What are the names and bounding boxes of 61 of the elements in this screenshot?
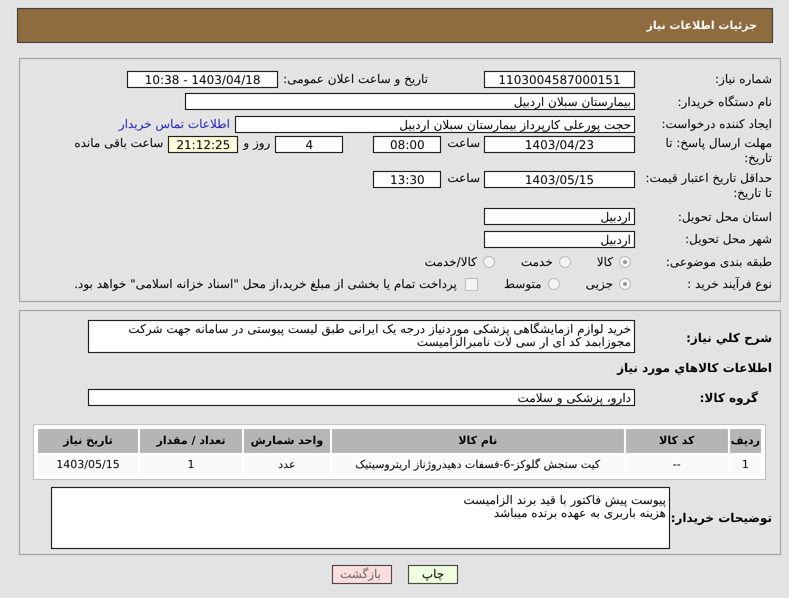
column-header: کد کالا [626, 428, 728, 452]
field-value: اردبیل [484, 230, 635, 248]
print-button[interactable]: چاپ [408, 564, 458, 584]
checkbox[interactable] [464, 278, 478, 291]
back-button[interactable]: بازگشت [332, 564, 392, 584]
option-label: جزیی [586, 277, 613, 292]
field-value: 4 [275, 136, 344, 152]
notes-field[interactable]: پیوست پیش فاکتور با قید برند الزامیست هزینه باربری به عهده برنده میباشد [51, 486, 670, 548]
field-label: ایجاد کننده درخواست: [660, 117, 773, 132]
field-label: ساعت [447, 170, 480, 184]
field-label: شرح کلي نياز: [685, 330, 773, 344]
field-label: استان محل تحویل: [676, 210, 773, 224]
field-label: ساعت باقی مانده [74, 136, 164, 150]
field-label: شماره نیاز: [714, 72, 773, 86]
column-header: نام کالا [332, 428, 624, 452]
column-header: تعداد / مقدار [140, 428, 242, 452]
section-title: اطلاعات کالاهاي مورد نياز [616, 360, 773, 376]
field-label: نوع فرآیند خرید : [686, 277, 773, 292]
field-value: 13:30 [373, 170, 442, 188]
option-label: متوسط [504, 277, 542, 292]
table-cell: عدد [244, 454, 330, 474]
table-cell: 1403/05/15 [38, 454, 138, 474]
field-label: نام دستگاه خریدار: [676, 94, 773, 109]
table-cell: -- [626, 454, 728, 474]
field-label: ساعت [447, 136, 480, 150]
column-header: ردیف [730, 428, 761, 452]
field-value: 1403/05/15 [484, 170, 635, 188]
field-value: 1403/04/23 [484, 136, 635, 152]
table-cell: 1 [730, 454, 761, 474]
field-value: 1103004587000151 [484, 70, 635, 88]
page-title: جزئیات اطلاعات نیاز [646, 19, 757, 32]
field-value: دارو، پزشکی و سلامت [88, 389, 635, 406]
field-label: حداقل تاریخ اعتبار قیمت: تا تاریخ: [644, 170, 773, 200]
radio-button[interactable] [482, 256, 495, 268]
radio-button[interactable] [558, 256, 571, 268]
field-value: بیمارستان سبلان اردبیل [185, 93, 635, 110]
contact-link[interactable]: اطلاعات تماس خریدار [118, 117, 230, 132]
field-label: طبقه بندی موضوعی: [664, 254, 773, 269]
column-header: واحد شمارش [244, 428, 330, 452]
option-label: کالا/خدمت [424, 254, 477, 269]
column-header: تاریخ نیاز [38, 428, 138, 452]
description-field[interactable]: خرید لوازم ازمایشگاهی پزشکی موردنیاز درجه یک ایرانی طبق لیست پیوستی در سامانه جهت شرکت مجوزابمد کد ای ار سی لات نامبرالزامیست [88, 320, 635, 352]
field-label: تاریخ و ساعت اعلان عمومی: [283, 72, 428, 86]
field-label: مهلت ارسال پاسخ: تا تاریخ: [664, 136, 773, 166]
field-value: اردبیل [484, 208, 635, 226]
table-cell: کیت سنجش گلوکز-6-فسفات دهیدروژناز اریتروسیتیک [332, 454, 624, 474]
field-label: شهر محل تحویل: [684, 232, 773, 246]
field-value: حجت پورعلی کارپرداز بیمارستان سبلان اردبیل [235, 116, 635, 133]
checkbox-label: پرداخت تمام یا بخشی از مبلغ خرید،از محل "اسناد خزانه اسلامی" خواهد بود. [74, 277, 457, 292]
option-label: خدمت [520, 254, 553, 269]
field-value: 08:00 [373, 136, 442, 152]
radio-button[interactable] [619, 256, 631, 268]
option-label: کالا [596, 254, 613, 269]
radio-button[interactable] [619, 278, 631, 290]
countdown-value: 21:12:25 [168, 136, 238, 152]
field-value: 1403/04/18 - 10:38 [127, 70, 278, 88]
radio-button[interactable] [548, 278, 560, 290]
field-label: توضیحات خریدار: [670, 510, 773, 524]
field-label: روز و [243, 136, 270, 150]
table-cell: 1 [140, 454, 242, 474]
field-label: گروه کالا: [698, 390, 759, 404]
